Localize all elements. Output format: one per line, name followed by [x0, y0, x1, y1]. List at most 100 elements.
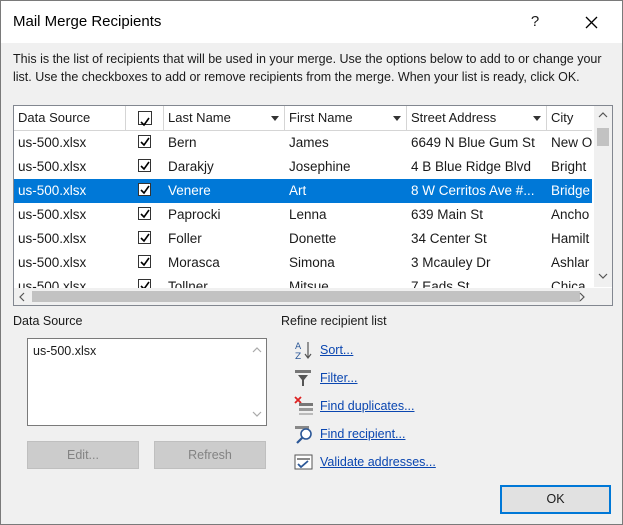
column-header-street-address[interactable]: Street Address: [407, 106, 547, 130]
cell-source: us-500.xlsx: [18, 255, 87, 270]
cell-last: Paprocki: [168, 207, 221, 222]
table-row[interactable]: us-500.xlsx Venere Art 8 W Cerritos Ave #..…: [14, 179, 592, 203]
scroll-down-icon[interactable]: [252, 411, 262, 417]
scroll-down-icon[interactable]: [598, 273, 608, 279]
cell-street: 3 Mcauley Dr: [411, 255, 491, 270]
dropdown-arrow-icon[interactable]: [533, 116, 541, 121]
close-button[interactable]: [574, 9, 608, 35]
column-header-label: First Name: [289, 110, 353, 125]
title-bar: Mail Merge Recipients ?: [1, 1, 622, 43]
column-header-label: Data Source: [18, 110, 91, 125]
column-header-checkbox[interactable]: [126, 106, 164, 130]
find-recipient-icon: [295, 426, 312, 444]
checkmark-icon: [140, 161, 150, 171]
cell-first: Donette: [289, 231, 337, 246]
include-recipient-checkbox[interactable]: [138, 183, 151, 196]
cell-source: us-500.xlsx: [18, 183, 87, 198]
cell-city: Ancho: [551, 207, 590, 222]
column-header-last-name[interactable]: Last Name: [164, 106, 285, 130]
cell-last: Foller: [168, 231, 202, 246]
table-row[interactable]: us-500.xlsx Bern James 6649 N Blue Gum St Ne…: [14, 131, 592, 155]
horizontal-scroll-thumb[interactable]: [32, 291, 580, 302]
cell-city: Bright: [551, 159, 587, 174]
column-header-label: Last Name: [168, 110, 231, 125]
cell-street: 34 Center St: [411, 231, 487, 246]
include-recipient-checkbox[interactable]: [138, 207, 151, 220]
data-source-label: Data Source: [13, 314, 83, 328]
cell-last: Morasca: [168, 255, 220, 270]
include-recipient-checkbox[interactable]: [138, 231, 151, 244]
cell-first: James: [289, 135, 329, 150]
edit-button[interactable]: Edit...: [27, 441, 139, 469]
select-all-checkbox[interactable]: [138, 111, 152, 127]
vertical-scroll-thumb[interactable]: [597, 128, 609, 146]
filter-link[interactable]: Filter...: [320, 371, 358, 385]
cell-street: 639 Main St: [411, 207, 484, 222]
include-recipient-checkbox[interactable]: [138, 159, 151, 172]
find-duplicates-icon: [294, 396, 313, 415]
include-recipient-checkbox[interactable]: [138, 255, 151, 268]
help-button[interactable]: ?: [521, 9, 549, 35]
cell-street: 6649 N Blue Gum St: [411, 135, 535, 150]
sort-az-icon: A Z: [295, 342, 312, 361]
column-header-city[interactable]: City: [547, 106, 592, 130]
cell-source: us-500.xlsx: [18, 159, 87, 174]
checkmark-icon: [140, 117, 150, 127]
find-duplicates-link[interactable]: Find duplicates...: [320, 399, 415, 413]
cell-first: Lenna: [289, 207, 327, 222]
cell-street: 4 B Blue Ridge Blvd: [411, 159, 532, 174]
window-title: Mail Merge Recipients: [13, 13, 162, 30]
validate-addresses-icon: [294, 454, 313, 470]
ok-button[interactable]: OK: [500, 485, 611, 514]
grid-header: Data Source Last Name First Name Street …: [14, 106, 592, 131]
sort-link[interactable]: Sort...: [320, 343, 353, 357]
recipients-grid[interactable]: Data Source Last Name First Name Street …: [13, 105, 613, 306]
horizontal-scrollbar[interactable]: [14, 288, 612, 305]
cell-last: Venere: [168, 183, 211, 198]
data-source-list[interactable]: us-500.xlsx: [27, 338, 267, 426]
refine-recipient-list-label: Refine recipient list: [281, 314, 387, 328]
scroll-left-icon[interactable]: [19, 292, 25, 302]
scroll-up-icon[interactable]: [598, 112, 608, 118]
cell-first: Simona: [289, 255, 335, 270]
cell-last: Darakjy: [168, 159, 214, 174]
data-source-item[interactable]: us-500.xlsx: [33, 344, 96, 358]
checkmark-icon: [140, 137, 150, 147]
filter-icon: [295, 370, 311, 386]
svg-text:Z: Z: [295, 352, 301, 361]
mail-merge-recipients-dialog: Mail Merge Recipients ? This is the list…: [0, 0, 623, 525]
column-header-label: Street Address: [411, 110, 497, 125]
validate-addresses-link[interactable]: Validate addresses...: [320, 455, 436, 469]
checkmark-icon: [140, 257, 150, 267]
cell-source: us-500.xlsx: [18, 231, 87, 246]
cell-city: Bridge: [551, 183, 591, 198]
column-header-data-source[interactable]: Data Source: [14, 106, 126, 130]
refresh-button[interactable]: Refresh: [154, 441, 266, 469]
find-recipient-link[interactable]: Find recipient...: [320, 427, 405, 441]
include-recipient-checkbox[interactable]: [138, 135, 151, 148]
svg-text:A: A: [295, 342, 302, 352]
checkmark-icon: [140, 185, 150, 195]
close-icon: [585, 16, 598, 29]
cell-source: us-500.xlsx: [18, 207, 87, 222]
cell-street: 8 W Cerritos Ave #...: [411, 183, 535, 198]
cell-first: Art: [289, 183, 307, 198]
column-header-first-name[interactable]: First Name: [285, 106, 407, 130]
table-row[interactable]: us-500.xlsx Darakjy Josephine 4 B Blue Ridg…: [14, 155, 592, 179]
dropdown-arrow-icon[interactable]: [271, 116, 279, 121]
data-source-scrollbar[interactable]: [248, 339, 266, 425]
table-row[interactable]: us-500.xlsx Paprocki Lenna 639 Main St Ancho: [14, 203, 592, 227]
cell-city: Hamilt: [551, 231, 590, 246]
table-row[interactable]: us-500.xlsx Morasca Simona 3 Mcauley Dr Ashl…: [14, 251, 592, 275]
scroll-right-icon[interactable]: [579, 292, 585, 302]
cell-first: Josephine: [289, 159, 351, 174]
cell-city: New O: [551, 135, 592, 150]
checkmark-icon: [140, 209, 150, 219]
column-header-label: City: [551, 110, 574, 125]
dropdown-arrow-icon[interactable]: [393, 116, 401, 121]
cell-source: us-500.xlsx: [18, 135, 87, 150]
vertical-scrollbar[interactable]: [594, 106, 612, 287]
table-row[interactable]: us-500.xlsx Foller Donette 34 Center St Hami…: [14, 227, 592, 251]
help-icon: ?: [530, 13, 540, 30]
scroll-up-icon[interactable]: [252, 347, 262, 353]
